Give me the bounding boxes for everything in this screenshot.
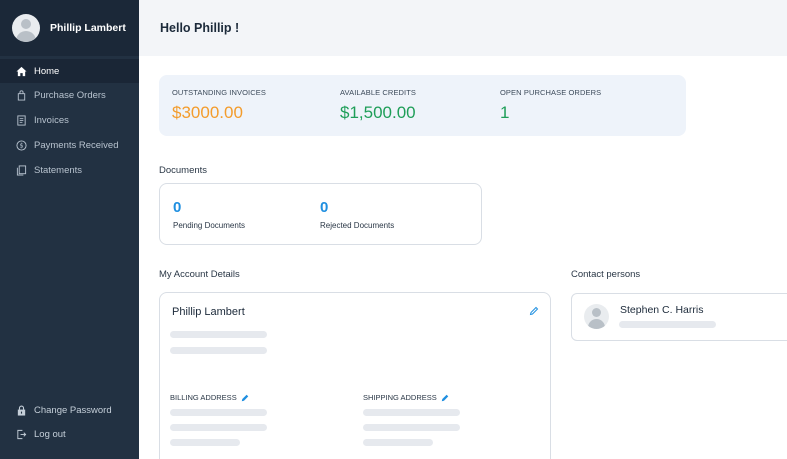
svg-text:$: $	[19, 142, 23, 150]
sidebar-bottom-nav: Change Password Log out	[0, 398, 139, 446]
available-credits-label: AVAILABLE CREDITS	[340, 88, 417, 97]
pending-documents-label: Pending Documents	[173, 221, 246, 230]
outstanding-invoices-label: OUTSTANDING INVOICES	[172, 88, 266, 97]
rejected-documents-count: 0	[320, 199, 329, 216]
purchase-orders-icon	[16, 90, 27, 101]
logout-link[interactable]: Log out	[0, 422, 139, 446]
shipping-address-heading: SHIPPING ADDRESS	[363, 393, 449, 402]
available-credits-value: $1,500.00	[340, 103, 416, 122]
sidebar-item-label: Purchase Orders	[34, 90, 106, 101]
contact-placeholder-line	[619, 321, 716, 328]
invoices-icon	[16, 115, 27, 126]
shipping-placeholder-line	[363, 409, 460, 416]
pending-documents-stat[interactable]: 0 Pending Documents	[173, 199, 245, 230]
account-placeholder-line	[170, 347, 267, 354]
billing-address-label: BILLING ADDRESS	[170, 393, 237, 402]
sidebar-item-invoices[interactable]: Invoices	[0, 108, 139, 133]
shipping-address-label: SHIPPING ADDRESS	[363, 393, 437, 402]
sidebar: Phillip Lambert Home Purchase Orders Inv…	[0, 0, 139, 459]
shipping-placeholder-line	[363, 439, 433, 446]
sidebar-item-purchase-orders[interactable]: Purchase Orders	[0, 83, 139, 108]
rejected-documents-stat[interactable]: 0 Rejected Documents	[320, 199, 394, 230]
edit-account-pencil-icon[interactable]	[529, 306, 539, 316]
contact-name: Stephen C. Harris	[620, 304, 704, 316]
outstanding-invoices-stat[interactable]: OUTSTANDING INVOICES $3000.00	[172, 88, 266, 123]
sidebar-item-payments-received[interactable]: $ Payments Received	[0, 133, 139, 158]
home-icon	[16, 66, 27, 77]
billing-placeholder-line	[170, 439, 240, 446]
account-summary-card: OUTSTANDING INVOICES $3000.00 AVAILABLE …	[159, 75, 686, 136]
contact-avatar	[584, 304, 609, 329]
statements-icon	[16, 165, 27, 176]
sidebar-item-statements[interactable]: Statements	[0, 158, 139, 183]
available-credits-stat[interactable]: AVAILABLE CREDITS $1,500.00	[340, 88, 416, 123]
edit-billing-pencil-icon[interactable]	[241, 394, 249, 402]
pending-documents-count: 0	[173, 199, 182, 216]
page-header: Hello Phillip !	[139, 0, 787, 56]
open-purchase-orders-stat[interactable]: OPEN PURCHASE ORDERS 1	[500, 88, 601, 123]
sidebar-nav: Home Purchase Orders Invoices $ Payments…	[0, 59, 139, 183]
billing-placeholder-line	[170, 409, 267, 416]
change-password-label: Change Password	[34, 404, 112, 416]
account-details-card: Phillip Lambert BILLING ADDRESS SHIPPING…	[159, 292, 551, 459]
account-name: Phillip Lambert	[172, 306, 245, 318]
edit-shipping-pencil-icon[interactable]	[441, 394, 449, 402]
payments-icon: $	[16, 140, 27, 151]
greeting-title: Hello Phillip !	[160, 21, 240, 35]
change-password-link[interactable]: Change Password	[0, 398, 139, 422]
profile-name: Phillip Lambert	[50, 22, 126, 34]
account-details-title: My Account Details	[159, 269, 240, 280]
user-avatar	[12, 14, 40, 42]
sidebar-item-label: Statements	[34, 165, 83, 176]
rejected-documents-label: Rejected Documents	[320, 221, 395, 230]
billing-placeholder-line	[170, 424, 267, 431]
documents-card: 0 Pending Documents 0 Rejected Documents	[159, 183, 482, 245]
logout-label: Log out	[34, 428, 66, 440]
shipping-placeholder-line	[363, 424, 460, 431]
sidebar-item-home[interactable]: Home	[0, 59, 139, 83]
logout-icon	[16, 429, 27, 440]
contact-persons-title: Contact persons	[571, 269, 641, 280]
sidebar-item-label: Payments Received	[34, 140, 119, 151]
outstanding-invoices-value: $3000.00	[172, 103, 243, 122]
profile-header[interactable]: Phillip Lambert	[0, 0, 139, 56]
open-purchase-orders-value: 1	[500, 103, 510, 122]
contact-person-card[interactable]: Stephen C. Harris	[571, 293, 787, 341]
sidebar-item-label: Invoices	[34, 115, 69, 126]
lock-icon	[16, 405, 27, 416]
account-placeholder-line	[170, 331, 267, 338]
billing-address-heading: BILLING ADDRESS	[170, 393, 249, 402]
open-purchase-orders-label: OPEN PURCHASE ORDERS	[500, 88, 602, 97]
documents-title: Documents	[159, 165, 208, 176]
sidebar-item-label: Home	[34, 65, 60, 77]
